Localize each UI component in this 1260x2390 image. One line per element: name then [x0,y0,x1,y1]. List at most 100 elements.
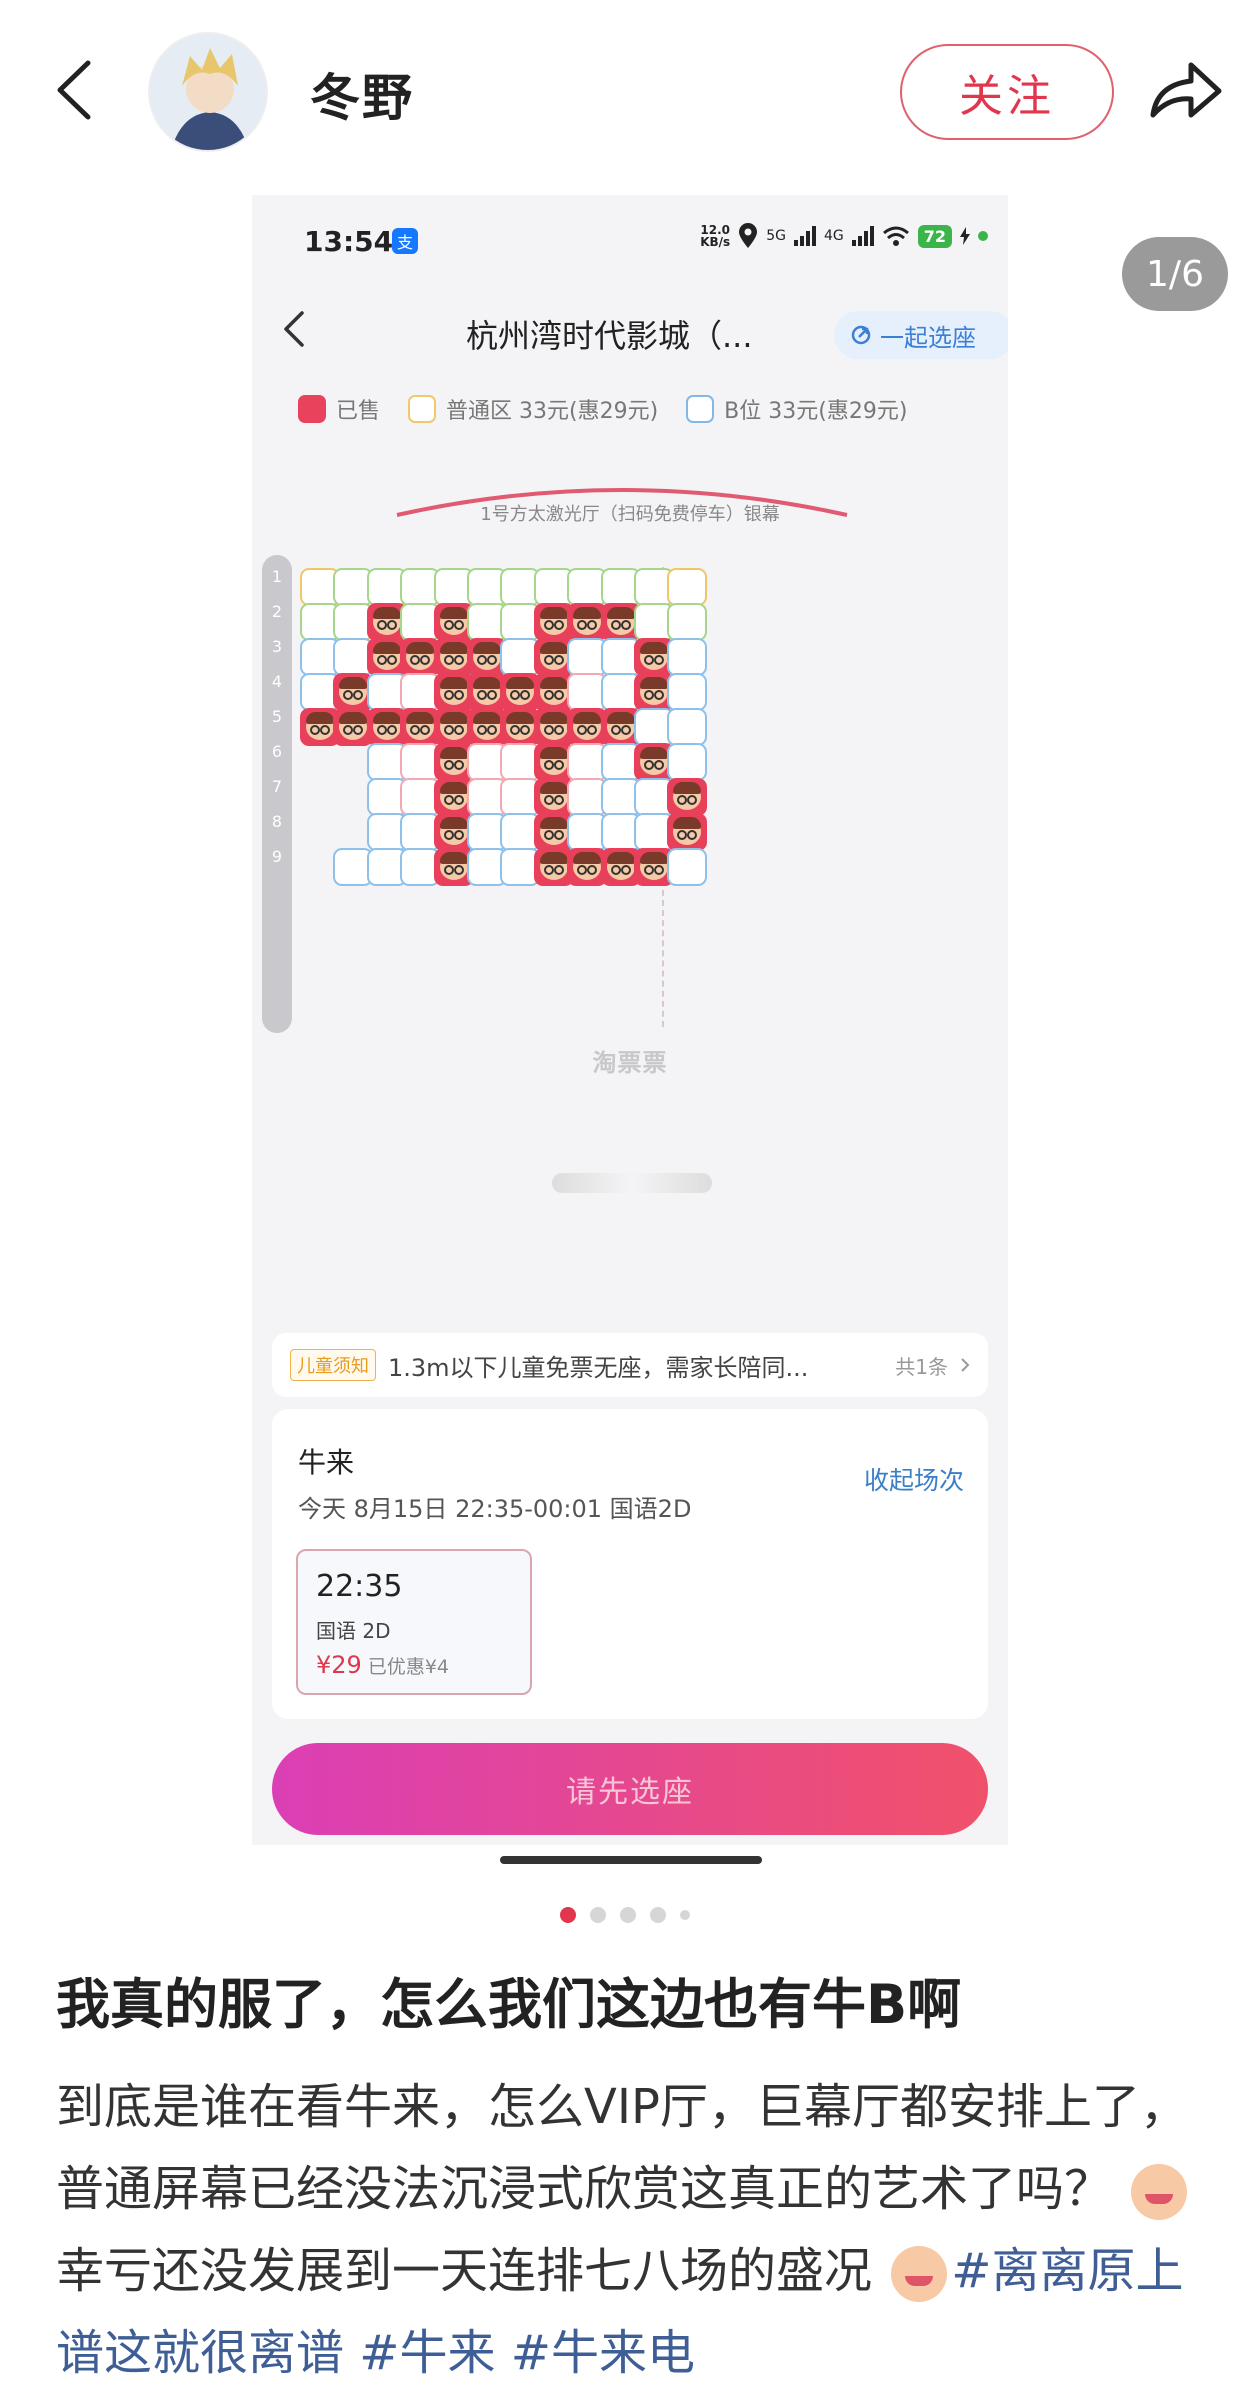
sold-seat-avatar-icon [540,642,568,670]
row-number: 2 [271,602,283,621]
sold-seat-avatar-icon [440,817,468,845]
b-seat-swatch [686,395,715,423]
normal-seat-swatch [408,395,437,423]
sold-seat-avatar-icon [607,712,635,740]
sold-seat-swatch [298,395,326,423]
cinema-title: 杭州湾时代影城（... [466,317,753,355]
available-seat[interactable] [667,638,707,676]
collapse-sessions-link[interactable]: 收起场次 [864,1461,964,1497]
sold-seat-avatar-icon [673,782,701,810]
carousel-dot[interactable] [560,1907,576,1923]
share-button[interactable] [1145,55,1225,125]
sold-seat-avatar-icon [406,712,434,740]
alipay-icon: 支 [392,228,418,254]
phone-status-bar: 13:54 支 12.0 KB/s 5G 4G 72 [252,195,1008,285]
available-seat[interactable] [667,743,707,781]
share-icon [1150,62,1222,118]
crying-face-emoji-icon [1131,2164,1188,2220]
sold-seat-avatar-icon [540,817,568,845]
sold-seat-avatar-icon [440,607,468,635]
seat-legend: 已售 普通区 33元(惠29元) B位 33元(惠29元) [298,393,921,425]
carousel-dot[interactable] [590,1907,606,1923]
sold-seat-avatar-icon [673,817,701,845]
minimap-placeholder [552,1173,712,1193]
sold-seat-avatar-icon [540,747,568,775]
sold-seat-avatar-icon [440,642,468,670]
showtime-card[interactable]: 22:35 国语 2D ¥29 已优惠¥4 [296,1549,532,1695]
back-button[interactable] [50,55,100,125]
share-select-icon [851,325,871,345]
row-number: 4 [271,672,283,691]
children-notice[interactable]: 儿童须知 1.3m以下儿童免票无座，需家长陪同... 共1条 [272,1333,988,1397]
sold-seat [667,813,707,851]
row-number: 5 [271,707,283,726]
sold-seat-avatar-icon [473,677,501,705]
row-number: 8 [271,812,283,831]
row-number: 6 [271,742,283,761]
taopiaopiao-watermark: 淘票票 [592,1049,668,1077]
carousel-dot[interactable] [620,1907,636,1923]
username[interactable]: 冬野 [310,58,414,130]
carousel-image-seat-map: 13:54 支 12.0 KB/s 5G 4G 72 杭州湾时代影城（... 一… [252,195,1008,1845]
sold-seat-avatar-icon [339,677,367,705]
cinema-nav-bar: 杭州湾时代影城（... 一起选座 [252,285,1008,375]
sold-seat-avatar-icon [306,712,334,740]
sold-seat-avatar-icon [540,852,568,880]
avatar[interactable] [148,32,268,152]
battery-level: 72 [917,224,952,248]
sold-seat-avatar-icon [506,677,534,705]
privacy-indicator-dot [978,231,988,241]
sold-seat-avatar-icon [440,747,468,775]
net-speed: 12.0 KB/s [700,223,731,249]
carousel-dot[interactable] [680,1910,690,1920]
post-body: 到底是谁在看牛来，怎么VIP厅，巨幕厅都安排上了，普通屏幕已经没法沉浸式欣赏这真… [56,2066,1216,2390]
wifi-icon [882,226,909,246]
legend-b: B位 33元(惠29元) [724,399,908,424]
showtime-discount: 已优惠¥4 [367,1656,449,1678]
sold-seat-avatar-icon [373,642,401,670]
sold-seat [667,778,707,816]
select-seat-button[interactable]: 请先选座 [272,1743,988,1835]
signal-4g-label: 4G [823,228,844,244]
notice-count: 共1条 [895,1354,948,1379]
row-number-bar: 1 2 3 4 5 6 7 8 9 [262,555,292,1033]
sold-seat-avatar-icon [607,607,635,635]
sold-seat-avatar-icon [506,712,534,740]
status-time: 13:54 [304,225,394,258]
group-select-button[interactable]: 一起选座 [834,311,1008,359]
movie-session-info: 今天 8月15日 22:35-00:01 国语2D [298,1495,692,1523]
carousel-dot[interactable] [650,1907,666,1923]
available-seat[interactable] [667,708,707,746]
sweat-face-emoji-icon [891,2246,948,2302]
charging-icon [960,227,970,245]
row-number: 7 [271,777,283,796]
notice-text: 1.3m以下儿童免票无座，需家长陪同... [388,1353,809,1382]
sold-seat-avatar-icon [540,607,568,635]
sold-seat-avatar-icon [339,712,367,740]
signal-icon [851,226,874,246]
available-seat[interactable] [667,848,707,886]
available-seat[interactable] [667,568,707,606]
cinema-back-button[interactable] [274,307,314,351]
available-seat[interactable] [667,603,707,641]
sold-seat-avatar-icon [406,642,434,670]
movie-name: 牛来 [298,1446,355,1479]
home-indicator [500,1856,762,1864]
legend-normal: 普通区 33元(惠29元) [446,399,659,424]
sold-seat-avatar-icon [373,712,401,740]
sold-seat-avatar-icon [540,782,568,810]
sold-seat-avatar-icon [473,712,501,740]
sold-seat-avatar-icon [640,852,668,880]
post-title: 我真的服了，怎么我们这边也有牛B啊 [56,1973,962,2036]
page-counter: 1/6 [1122,237,1228,311]
sold-seat-avatar-icon [440,677,468,705]
sold-seat-avatar-icon [473,642,501,670]
chevron-right-icon [961,1358,970,1372]
sold-seat-avatar-icon [640,747,668,775]
available-seat[interactable] [667,673,707,711]
sold-seat-avatar-icon [440,782,468,810]
avatar-image [150,34,266,150]
follow-button[interactable]: 关注 [900,44,1114,140]
showtime-time: 22:35 [316,1569,403,1604]
sold-seat-avatar-icon [540,712,568,740]
